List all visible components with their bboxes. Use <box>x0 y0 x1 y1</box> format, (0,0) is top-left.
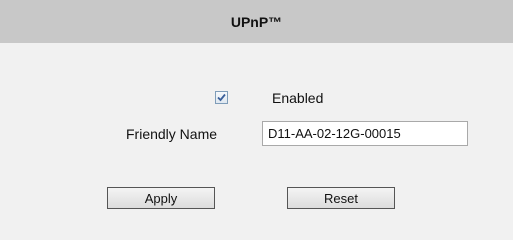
friendly-name-input[interactable] <box>262 121 468 146</box>
reset-button[interactable]: Reset <box>287 187 395 209</box>
checkmark-icon <box>217 93 226 102</box>
friendly-name-label: Friendly Name <box>126 126 218 142</box>
upnp-panel: UPnP™ Enabled Friendly Name Apply Reset <box>0 0 513 240</box>
apply-button[interactable]: Apply <box>107 187 215 209</box>
panel-header: UPnP™ <box>0 0 513 43</box>
enabled-label: Enabled <box>272 90 324 106</box>
enabled-checkbox[interactable] <box>215 91 228 104</box>
panel-title: UPnP™ <box>230 13 283 30</box>
